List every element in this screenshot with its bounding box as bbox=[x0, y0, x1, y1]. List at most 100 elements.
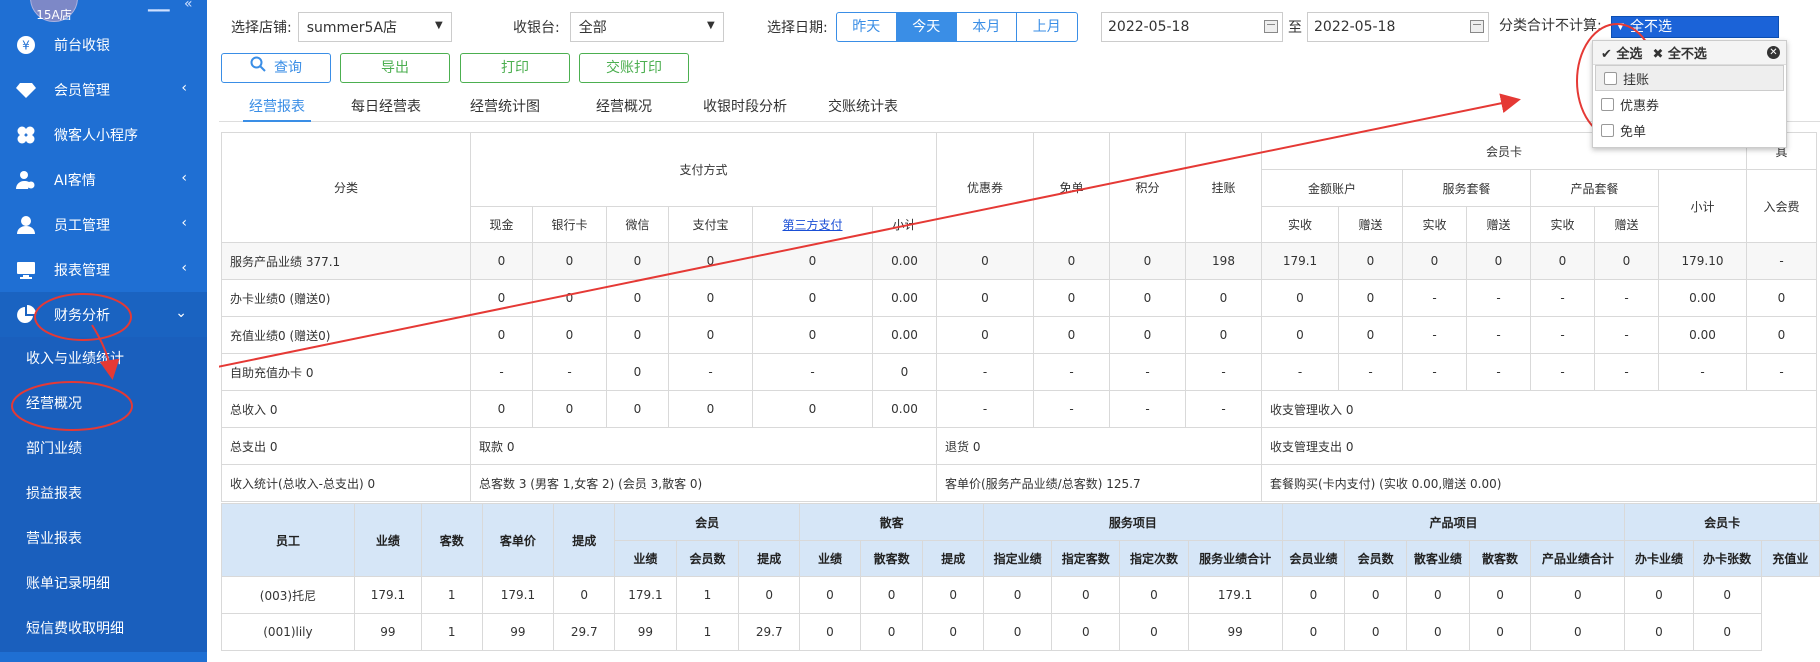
exclude-select[interactable]: ▼ 全不选 bbox=[1611, 16, 1779, 38]
option-label: 挂账 bbox=[1623, 72, 1650, 88]
export-button[interactable]: 导出 bbox=[340, 53, 450, 83]
sp-received-header: 实收 bbox=[1402, 206, 1467, 243]
tab-shift-stats[interactable]: 交账统计表 bbox=[819, 96, 907, 122]
end-date-value: 2022-05-18 bbox=[1314, 19, 1396, 35]
tab-daily[interactable]: 每日经营表 bbox=[342, 96, 430, 122]
checkbox[interactable] bbox=[1601, 123, 1614, 137]
table-cell: - bbox=[1530, 316, 1595, 354]
sub-header: 办卡业绩 bbox=[1624, 540, 1694, 577]
table-cell: 0.00 bbox=[872, 390, 937, 428]
register-select[interactable]: 全部 ▼ bbox=[569, 12, 724, 42]
sidebar-item-members[interactable]: 会员管理 ‹ bbox=[0, 67, 207, 112]
table-cell: 29.7 bbox=[553, 613, 616, 651]
last-month-button[interactable]: 上月 bbox=[1017, 13, 1077, 41]
enter-fee-header: 入会费 bbox=[1746, 169, 1817, 243]
table-cell: - bbox=[1466, 353, 1531, 391]
table-cell: 0.00 bbox=[872, 279, 937, 317]
sidebar-subitem-profit-loss[interactable]: 损益报表 bbox=[0, 472, 207, 517]
sub-header: 充值业 bbox=[1760, 540, 1820, 577]
table-cell: 179.1 bbox=[1261, 242, 1339, 280]
diamond-icon bbox=[12, 79, 40, 101]
calendar-icon[interactable] bbox=[1470, 20, 1484, 33]
sub-header: 散客业绩 bbox=[1405, 540, 1470, 577]
third-party-link[interactable]: 第三方支付 bbox=[782, 218, 842, 232]
table-cell: 0 bbox=[1281, 576, 1346, 614]
table-cell: - bbox=[532, 353, 607, 391]
checkbox[interactable] bbox=[1601, 97, 1614, 111]
table-cell: 0 bbox=[532, 279, 607, 317]
start-date-input[interactable]: 2022-05-18 bbox=[1101, 12, 1283, 42]
table-cell: 0 bbox=[1185, 279, 1262, 317]
store-avatar[interactable]: 15A店 bbox=[30, 0, 78, 22]
product-package-header: 产品套餐 bbox=[1530, 169, 1659, 207]
sidebar-subitem-business[interactable]: 营业报表 bbox=[0, 517, 207, 562]
end-date-input[interactable]: 2022-05-18 bbox=[1307, 12, 1489, 42]
collapse-icon[interactable]: « bbox=[184, 0, 193, 11]
svg-text:¥: ¥ bbox=[22, 38, 30, 52]
table-cell: 179.1 bbox=[614, 576, 677, 614]
calendar-icon[interactable] bbox=[1264, 20, 1278, 33]
option-coupon[interactable]: 优惠券 bbox=[1593, 91, 1786, 117]
member-group-header: 会员 bbox=[614, 503, 801, 541]
pay-subtotal-header: 小计 bbox=[872, 206, 937, 243]
sub-header: 散客数 bbox=[1468, 540, 1532, 577]
sidebar-subitem-bill-detail[interactable]: 账单记录明细 bbox=[0, 562, 207, 607]
store-select[interactable]: summer5A店 ▼ bbox=[297, 12, 452, 42]
table-cell: 1 bbox=[420, 613, 483, 651]
query-button[interactable]: 查询 bbox=[221, 53, 331, 83]
sidebar-item-reports[interactable]: 报表管理 ‹ bbox=[0, 247, 207, 292]
close-icon[interactable]: ✕ bbox=[1767, 46, 1780, 59]
sub-header: 散客数 bbox=[859, 540, 924, 577]
option-free[interactable]: 免单 bbox=[1593, 117, 1786, 143]
select-all-button[interactable]: ✔ 全选 bbox=[1601, 43, 1642, 62]
sidebar-item-miniprogram[interactable]: 微客人小程序 bbox=[0, 112, 207, 157]
caret-down-icon: ▼ bbox=[707, 20, 715, 31]
table-cell: 0.00 bbox=[1658, 279, 1747, 317]
tab-overview[interactable]: 经营概况 bbox=[580, 96, 668, 122]
table-cell: - bbox=[470, 353, 533, 391]
exclude-filter: 分类合计不计算: bbox=[1499, 10, 1602, 40]
table-cell: - bbox=[1530, 279, 1595, 317]
table-cell: - bbox=[752, 353, 873, 391]
tab-period-analysis[interactable]: 收银时段分析 bbox=[695, 96, 795, 122]
pie-icon bbox=[12, 304, 40, 326]
select-none-button[interactable]: ✖ 全不选 bbox=[1652, 43, 1706, 62]
sidebar-item-ai[interactable]: AI客情 ‹ bbox=[0, 157, 207, 202]
sidebar-item-cashier[interactable]: ¥ 前台收银 bbox=[0, 22, 207, 67]
table-cell: 0 bbox=[1405, 613, 1470, 651]
table-cell: 99 bbox=[614, 613, 677, 651]
third-party-header[interactable]: 第三方支付 bbox=[752, 206, 873, 243]
table-cell: - bbox=[1033, 390, 1110, 428]
table-cell: 1 bbox=[675, 613, 740, 651]
print-button[interactable]: 打印 bbox=[460, 53, 570, 83]
table-cell: 0.00 bbox=[872, 242, 937, 280]
table-cell: 收入统计(总收入-总支出) 0 bbox=[221, 464, 471, 502]
table-cell: 29.7 bbox=[738, 613, 801, 651]
tab-chart[interactable]: 经营统计图 bbox=[461, 96, 549, 122]
today-button[interactable]: 今天 bbox=[896, 13, 957, 41]
checkbox[interactable] bbox=[1604, 71, 1617, 85]
table-cell: 0 bbox=[1261, 279, 1339, 317]
table-cell: 0 bbox=[1119, 576, 1189, 614]
menu-icon[interactable]: ▁▁ bbox=[148, 0, 170, 11]
sub-header: 提成 bbox=[738, 540, 801, 577]
sidebar-subitem-income[interactable]: 收入与业绩统计 bbox=[0, 337, 207, 382]
option-credit[interactable]: 挂账 bbox=[1595, 65, 1784, 91]
sidebar-subitem-sms-fee[interactable]: 短信费收取明细 bbox=[0, 607, 207, 652]
sidebar-subitem-overview[interactable]: 经营概况 bbox=[0, 382, 207, 427]
table-cell: 1 bbox=[420, 576, 483, 614]
sidebar-item-finance[interactable]: 财务分析 ⌄ bbox=[0, 292, 207, 337]
yesterday-button[interactable]: 昨天 bbox=[837, 13, 897, 41]
shift-print-button[interactable]: 交账打印 bbox=[579, 53, 689, 83]
chevron-left-icon: ‹ bbox=[181, 170, 187, 186]
sidebar-item-staff[interactable]: 员工管理 ‹ bbox=[0, 202, 207, 247]
table-cell: - bbox=[1658, 353, 1747, 391]
this-month-button[interactable]: 本月 bbox=[957, 13, 1017, 41]
bank-card-header: 银行卡 bbox=[532, 206, 607, 243]
table-cell: - bbox=[668, 353, 753, 391]
tab-business-report[interactable]: 经营报表 bbox=[243, 96, 311, 122]
table-cell: 0.00 bbox=[872, 316, 937, 354]
sidebar-subitem-department[interactable]: 部门业绩 bbox=[0, 427, 207, 472]
table-cell: - bbox=[1746, 353, 1817, 391]
staff-header: 员工 bbox=[221, 503, 355, 577]
